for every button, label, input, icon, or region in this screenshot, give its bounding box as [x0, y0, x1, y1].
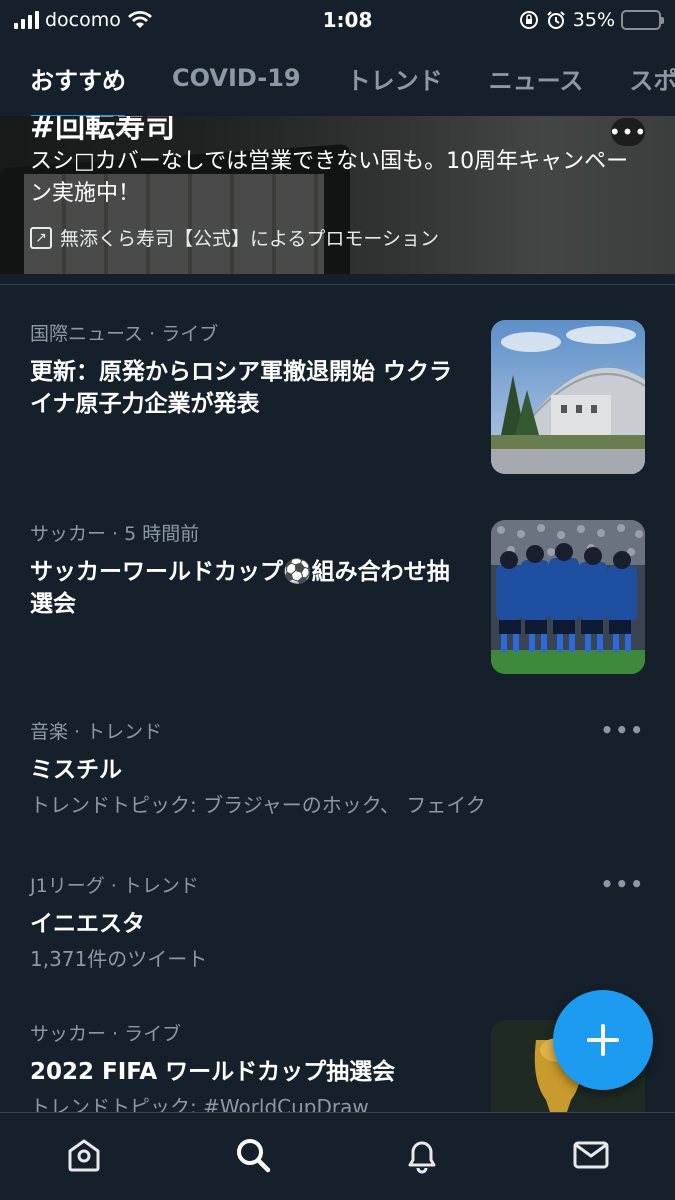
trend-item[interactable]: サッカー · 5 時間前 サッカーワールドカップ⚽組み合わせ抽選会: [30, 520, 645, 680]
alarm-icon: [547, 11, 565, 29]
trend-category: サッカー: [30, 1023, 107, 1045]
trend-subtitle: トレンドトピック: ブラジャーのホック、 フェイク: [30, 793, 486, 817]
trend-category: 国際ニュース: [30, 323, 144, 345]
trend-status: ライブ: [124, 1023, 182, 1045]
trend-headline: 更新：原発からロシア軍撤退開始 ウクライナ原子力企業が発表: [30, 359, 453, 417]
compose-plus-icon: [587, 1024, 619, 1056]
bottom-navigation: [0, 1112, 675, 1200]
promo-text: スシ□カバーなしでは営業できない国も。10周年キャンペーン実施中！: [30, 149, 629, 206]
home-icon: [68, 1139, 100, 1171]
tab-trends[interactable]: トレンド: [347, 61, 443, 96]
trend-headline: 2022 FIFA ワールドカップ抽選会: [30, 1059, 396, 1085]
trend-item[interactable]: 音楽 · トレンド ••• ミスチル トレンドトピック: ブラジャーのホック、 …: [30, 718, 645, 828]
rotation-lock-icon: [519, 11, 538, 29]
trend-status: 5 時間前: [124, 523, 200, 545]
signal-icon: [14, 11, 39, 29]
nav-explore[interactable]: [213, 1120, 293, 1190]
tab-recommended[interactable]: おすすめ: [30, 61, 126, 116]
trend-headline: サッカーワールドカップ⚽組み合わせ抽選会: [30, 559, 450, 617]
search-icon: [237, 1138, 271, 1172]
trend-status: トレンド: [122, 875, 199, 897]
tab-news[interactable]: ニュース: [489, 61, 584, 96]
battery-icon: [621, 10, 664, 30]
nav-home[interactable]: [44, 1120, 124, 1190]
promoted-by-label: 無添くら寿司【公式】によるプロモーション: [60, 228, 440, 250]
trend-category: 音楽: [30, 721, 69, 743]
tab-covid-19[interactable]: COVID-19: [172, 64, 301, 92]
more-options-icon[interactable]: •••: [601, 718, 645, 742]
nav-messages[interactable]: [551, 1120, 631, 1190]
status-bar: docomo 1:08 35%: [0, 0, 675, 40]
trend-item[interactable]: 国際ニュース · ライブ 更新：原発からロシア軍撤退開始 ウクライナ原子力企業が…: [30, 320, 645, 480]
trend-item[interactable]: J1リーグ · トレンド ••• イニエスタ 1,371件のツイート: [30, 872, 645, 982]
trend-status: ライブ: [161, 323, 219, 345]
promoted-by: ↗ 無添くら寿司【公式】によるプロモーション: [30, 224, 439, 251]
tab-sports[interactable]: スポ: [629, 61, 675, 96]
trend-category: サッカー: [30, 523, 107, 545]
battery-percent: 35%: [572, 9, 615, 31]
nav-notifications[interactable]: [382, 1120, 462, 1190]
more-options-icon[interactable]: •••: [601, 872, 645, 896]
promoted-trend-banner[interactable]: #回転寿司 ••• スシ□カバーなしでは営業できない国も。10周年キャンペーン実…: [0, 116, 675, 274]
promo-title: #回転寿司: [30, 116, 176, 145]
trend-headline: ミスチル: [30, 757, 122, 783]
wifi-icon: [127, 11, 152, 28]
divider: [0, 284, 675, 285]
clock: 1:08: [322, 8, 373, 32]
compose-button[interactable]: [553, 990, 653, 1090]
mail-icon: [573, 1141, 609, 1168]
trend-subtitle: 1,371件のツイート: [30, 947, 208, 971]
trend-category: J1リーグ: [30, 875, 105, 897]
explore-tabs: おすすめ COVID-19 トレンド ニュース スポ: [0, 40, 675, 116]
trend-headline: イニエスタ: [30, 911, 145, 937]
soccer-team-thumbnail: [491, 520, 645, 674]
chernobyl-thumbnail: [491, 320, 645, 474]
carrier-label: docomo: [45, 9, 121, 31]
trend-status: トレンド: [86, 721, 163, 743]
bell-icon: [408, 1141, 436, 1173]
more-options-icon[interactable]: •••: [609, 118, 646, 146]
promoted-arrow-icon: ↗: [30, 226, 52, 249]
